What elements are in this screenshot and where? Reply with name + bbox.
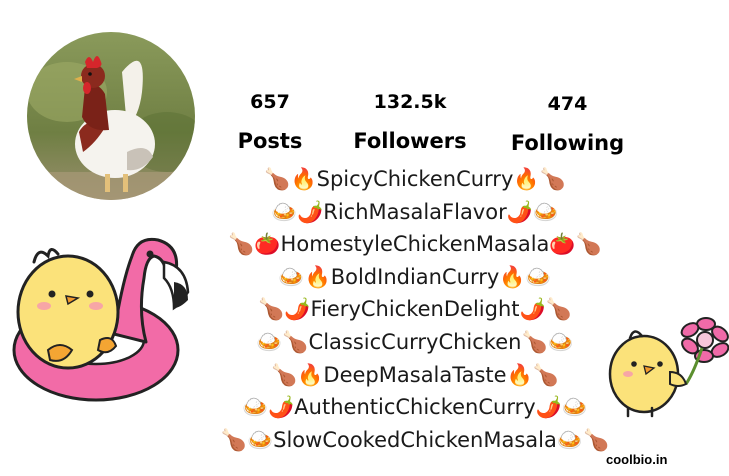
followers-count: 132.5k [373,91,447,113]
rooster-photo-icon [27,32,195,200]
followers-label: Followers [353,129,467,153]
profile-avatar[interactable] [27,32,195,200]
chick-in-flamingo-float-icon [12,237,190,402]
stat-following[interactable]: 474 Following [505,93,630,155]
stat-posts[interactable]: 657 Posts [230,91,310,153]
bio-line: 🍛🌶️AuthenticChickenCurry🌶️🍛 [242,395,588,420]
bio-line: 🍗🍛SlowCookedChickenMasala🍛🍗 [220,427,610,452]
following-label: Following [510,131,625,155]
bio-line: 🍗🌶️FieryChickenDelight🌶️🍗 [258,297,572,322]
bio-line: 🍛🔥BoldIndianCurry🔥🍛 [278,264,552,289]
bio-line: 🍗🍅HomestyleChickenMasala🍅🍗 [228,232,602,257]
bio-line: 🍛🌶️RichMasalaFlavor🌶️🍛 [270,199,560,224]
bio-text: 🍗🔥SpicyChickenCurry🔥🍗 🍛🌶️RichMasalaFlavo… [205,163,625,456]
stat-followers[interactable]: 132.5k Followers [345,91,475,153]
posts-label: Posts [237,129,303,153]
bio-line: 🍗🔥DeepMasalaTaste🔥🍗 [271,362,559,387]
chick-with-flower-icon [608,317,729,418]
chick-flower-sticker [604,312,729,424]
following-count: 474 [547,93,588,115]
bio-line: 🍗🔥SpicyChickenCurry🔥🍗 [264,167,566,191]
chick-flamingo-sticker [4,222,200,416]
posts-count: 657 [250,91,290,113]
watermark-text: coolbio.in [606,452,668,467]
bio-line: 🍛🍗ClassicCurryChicken🍗🍛 [256,329,574,354]
